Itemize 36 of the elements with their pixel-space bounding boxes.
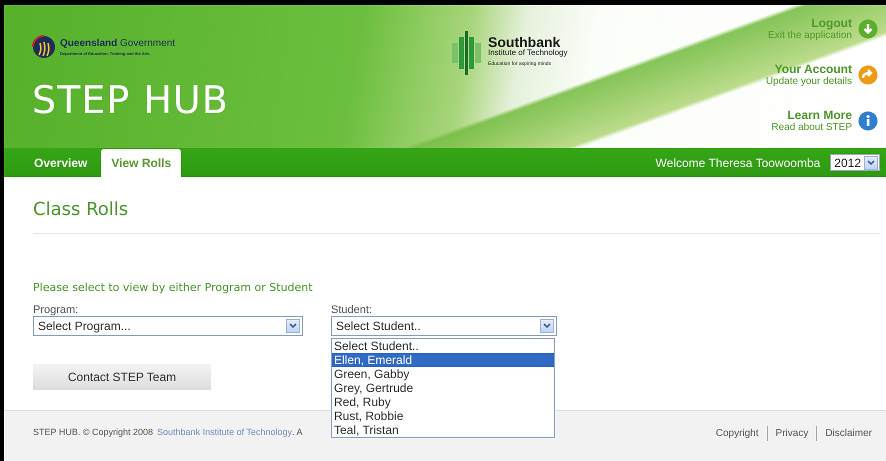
chevron-icon[interactable] <box>540 319 554 334</box>
chevron-icon[interactable] <box>864 156 878 170</box>
field-label: Student: <box>331 304 373 316</box>
dropdown-option[interactable]: Ellen, Emerald <box>332 353 554 367</box>
crest-icon <box>32 35 56 59</box>
dropdown-option[interactable]: Teal, Tristan <box>332 423 554 437</box>
dropdown-option[interactable]: Rust, Robbie <box>332 409 554 423</box>
dropdown-option[interactable]: Select Student.. <box>332 339 554 353</box>
student-select[interactable]: Select Student.. <box>331 316 557 336</box>
institute-name: Southbank <box>488 35 560 49</box>
contact-button[interactable]: Contact STEP Team <box>33 364 211 390</box>
welcome-text: Welcome Theresa Toowoomba <box>656 154 820 172</box>
footer-link[interactable]: Copyright <box>708 426 767 440</box>
bars-logo-icon <box>452 31 484 75</box>
dropdown-option[interactable]: Red, Ruby <box>332 395 554 409</box>
dropdown-option[interactable]: Grey, Gertrude <box>332 381 554 395</box>
copyright-text: . A <box>292 426 302 440</box>
chevron-icon[interactable] <box>286 319 300 334</box>
link-description: Exit the application <box>768 30 852 42</box>
footer-link[interactable]: Disclaimer <box>816 426 880 440</box>
footer-link[interactable]: Privacy <box>766 426 816 440</box>
header-link[interactable]: Learn More <box>771 108 852 122</box>
app-title: STEP HUB <box>32 81 230 119</box>
institute-subtitle: Institute of Technology <box>488 49 568 58</box>
header-link[interactable]: Your Account <box>766 62 852 76</box>
year-select[interactable]: 2012 <box>830 154 880 171</box>
program-select[interactable]: Select Program... <box>33 316 303 336</box>
page-title: Class Rolls <box>33 199 880 234</box>
copyright-text: STEP HUB. © Copyright 2008 <box>33 426 154 440</box>
info-icon[interactable] <box>858 111 878 131</box>
instruction-text: Please select to view by either Program or Student <box>33 280 314 296</box>
dropdown-option[interactable]: Green, Gabby <box>332 367 554 381</box>
link-description: Update your details <box>766 76 852 88</box>
field-label: Program: <box>33 304 80 316</box>
government-name: Queensland Government <box>60 38 176 48</box>
link-description: Read about STEP <box>771 122 852 134</box>
